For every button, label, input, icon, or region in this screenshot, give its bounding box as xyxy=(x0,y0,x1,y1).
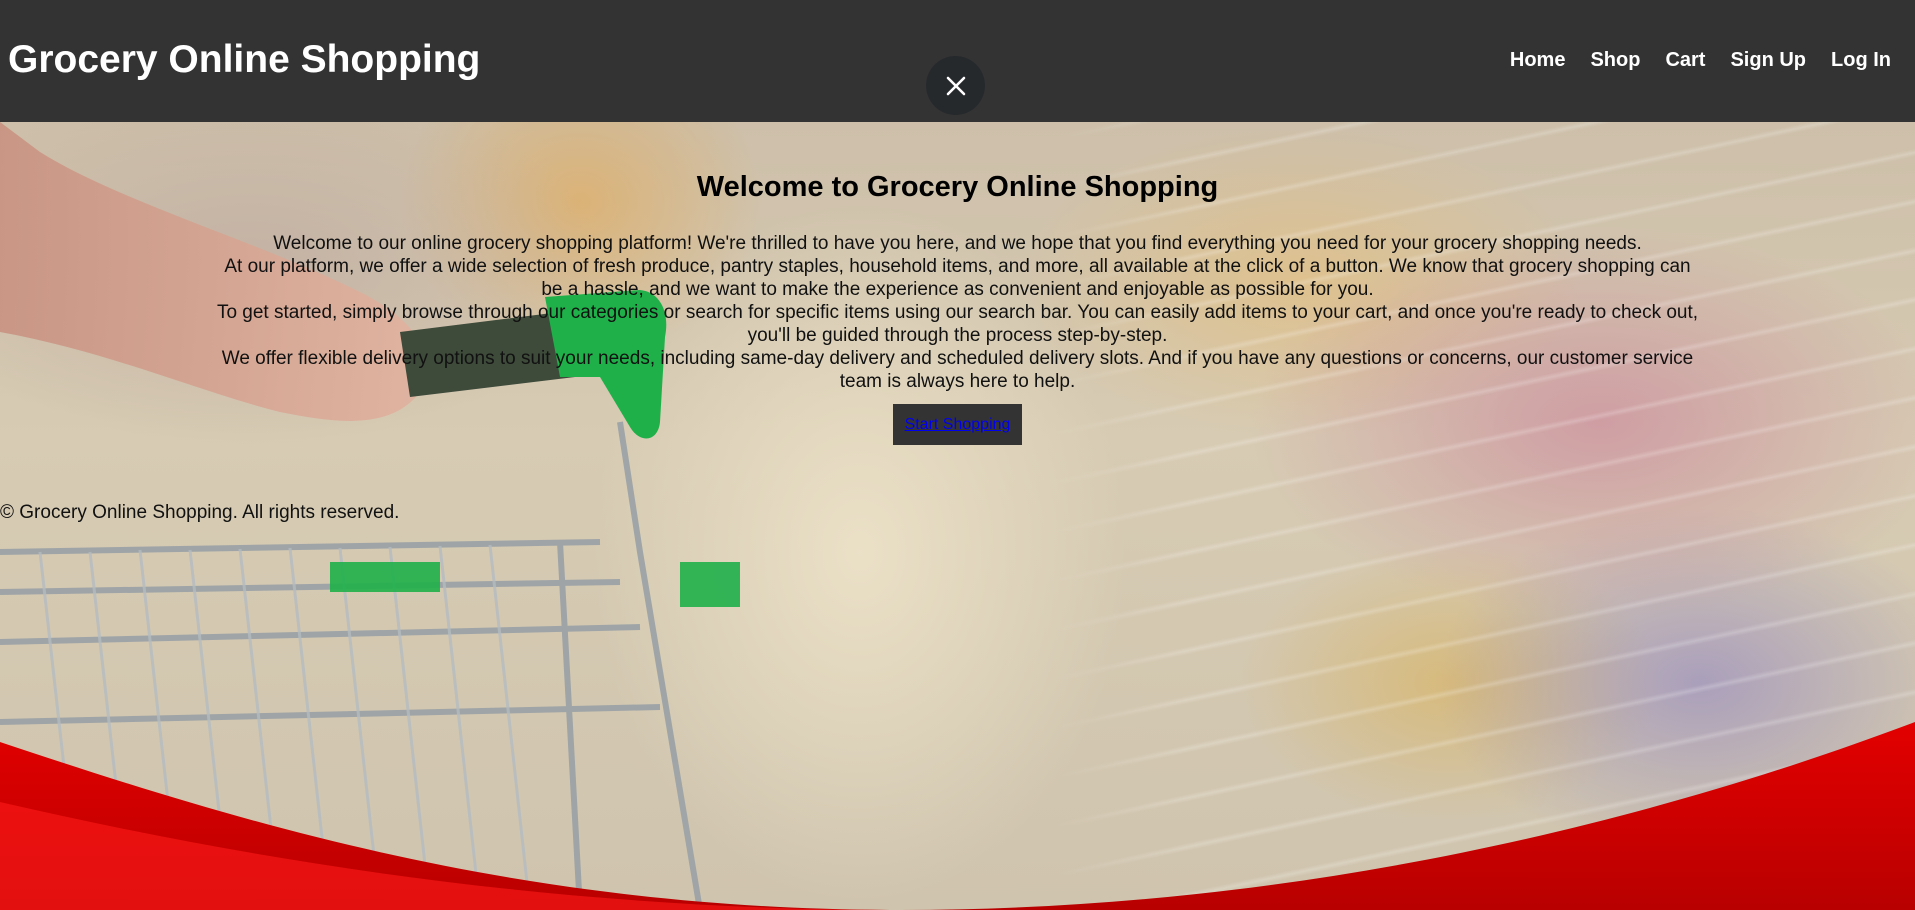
welcome-section: Welcome to Grocery Online Shopping Welco… xyxy=(0,122,1915,445)
intro-paragraph: Welcome to our online grocery shopping p… xyxy=(273,233,1642,254)
nav-link-cart[interactable]: Cart xyxy=(1665,48,1705,72)
nav-link-log-in[interactable]: Log In xyxy=(1831,48,1891,72)
close-button[interactable] xyxy=(926,56,985,115)
intro-paragraph: At our platform, we offer a wide selecti… xyxy=(224,256,1691,300)
start-shopping-button: Start Shopping xyxy=(892,404,1023,445)
nav-link-sign-up[interactable]: Sign Up xyxy=(1730,48,1806,72)
page: Grocery Online Shopping Home Shop Cart S… xyxy=(0,0,1915,910)
intro-text: Welcome to our online grocery shopping p… xyxy=(213,232,1703,393)
welcome-heading: Welcome to Grocery Online Shopping xyxy=(696,171,1219,203)
intro-paragraph: To get started, simply browse through ou… xyxy=(216,302,1699,346)
nav-link-home[interactable]: Home xyxy=(1510,48,1566,72)
main-nav: Home Shop Cart Sign Up Log In xyxy=(1510,48,1891,72)
nav-link-shop[interactable]: Shop xyxy=(1590,48,1640,72)
intro-paragraph: We offer flexible delivery options to su… xyxy=(221,348,1694,392)
close-icon xyxy=(946,76,965,95)
start-shopping-link[interactable]: Start Shopping xyxy=(905,416,1011,433)
site-title: Grocery Online Shopping xyxy=(8,38,481,81)
footer-copyright: © Grocery Online Shopping. All rights re… xyxy=(0,502,400,523)
